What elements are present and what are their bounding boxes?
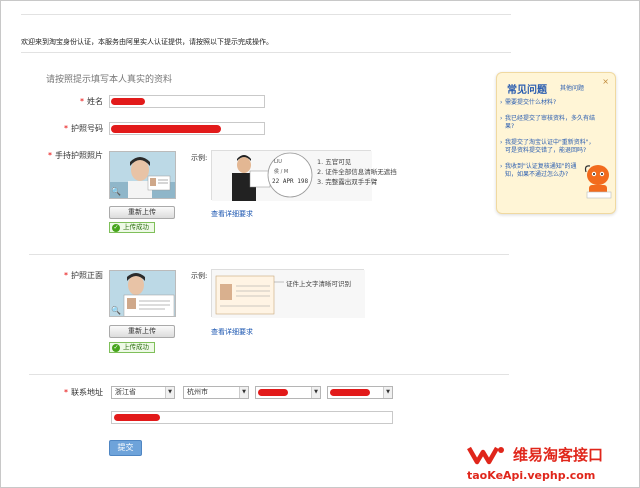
svg-text:LIU: LIU [274, 159, 282, 165]
watermark-brand: 维易淘客接口 [513, 446, 604, 464]
required-star: * [80, 97, 84, 106]
front-upload-success-badge: ✓ 上传成功 [109, 342, 155, 353]
faq-item[interactable]: › 我提交了淘宝认证中"重新资料"，可是资料提交错了，能退回吗? [500, 139, 597, 155]
form-subtitle: 请按照提示填写本人真实的资料 [46, 75, 173, 85]
close-icon[interactable]: × [602, 77, 609, 86]
faq-item[interactable]: › 需要提交什么材料? [500, 99, 597, 107]
front-sample-label: 示例: [191, 272, 208, 280]
intro-text: 欢迎来到淘宝身份认证，本服务由阿里实人认证提供，请按照以下提示完成操作。 [21, 38, 273, 46]
hold-passport-label: * 手持护照照片 [48, 151, 103, 160]
submit-button[interactable]: 提交 [109, 440, 142, 456]
faq-title: 常见问题 [507, 85, 547, 96]
section-divider [29, 254, 509, 255]
city-select[interactable]: 杭州市 ▼ [183, 386, 249, 399]
passport-number-label: * 护照号码 [64, 124, 103, 133]
address-detail-redaction [114, 414, 160, 421]
faq-more-link[interactable]: 其他问题 [560, 83, 584, 92]
reupload-hold-button[interactable]: 重新上传 [109, 206, 175, 219]
chevron-down-icon: ▼ [311, 387, 320, 398]
chevron-down-icon: ▼ [383, 387, 392, 398]
chevron-down-icon: ▼ [165, 387, 174, 398]
front-sample-image [211, 269, 365, 318]
hold-sample-tips: 1. 五官可见 2. 证件全部信息清晰无遮挡 3. 完整露出双手手臂 [317, 157, 397, 187]
hold-view-requirements-link[interactable]: 查看详细要求 [211, 209, 253, 219]
street-redaction [330, 389, 370, 396]
faq-item[interactable]: › 我收到"认证复核通知"的通知，如果不通过怎么办? [500, 163, 581, 179]
watermark-url: taoKeApi.vephp.com [467, 469, 596, 482]
zoom-icon[interactable]: 🔍 [111, 187, 121, 196]
passport-front-label: * 护照正面 [64, 271, 103, 280]
check-icon: ✓ [112, 344, 120, 352]
name-redaction [111, 98, 145, 105]
reupload-front-button[interactable]: 重新上传 [109, 325, 175, 338]
faq-panel: 常见问题 其他问题 × › 需要提交什么材料? › 我已经提交了审核资料，多久有结果… [496, 72, 616, 214]
hold-upload-success-badge: ✓ 上传成功 [109, 222, 155, 233]
sample-tip-item: 2. 证件全部信息清晰无遮挡 [317, 168, 397, 176]
faq-item[interactable]: › 我已经提交了审核资料，多久有结果? [500, 115, 597, 131]
front-sample-tip: 证件上文字清晰可识别 [286, 280, 351, 288]
zoom-icon[interactable]: 🔍 [111, 306, 121, 315]
check-icon: ✓ [112, 224, 120, 232]
chevron-down-icon: ▼ [239, 387, 248, 398]
intro-divider [21, 52, 511, 53]
mascot-icon [583, 161, 613, 201]
front-view-requirements-link[interactable]: 查看详细要求 [211, 327, 253, 337]
svg-text:22 APR 198: 22 APR 198 [272, 178, 309, 185]
top-divider [21, 14, 511, 15]
sample-tip-item: 1. 五官可见 [317, 158, 352, 166]
watermark-logo-icon [467, 442, 507, 466]
address-label: * 联系地址 [64, 388, 103, 397]
identity-verification-page: 欢迎来到淘宝身份认证，本服务由阿里实人认证提供，请按照以下提示完成操作。 请按照… [0, 0, 640, 488]
svg-text:侯 / M: 侯 / M [274, 168, 288, 175]
sample-tip-item: 3. 完整露出双手手臂 [317, 178, 378, 186]
district-redaction [258, 389, 288, 396]
passport-number-redaction [111, 125, 221, 133]
province-select[interactable]: 浙江省 ▼ [111, 386, 175, 399]
section-divider [29, 374, 509, 375]
name-label: * 姓名 [80, 97, 103, 106]
hold-sample-label: 示例: [191, 154, 208, 162]
